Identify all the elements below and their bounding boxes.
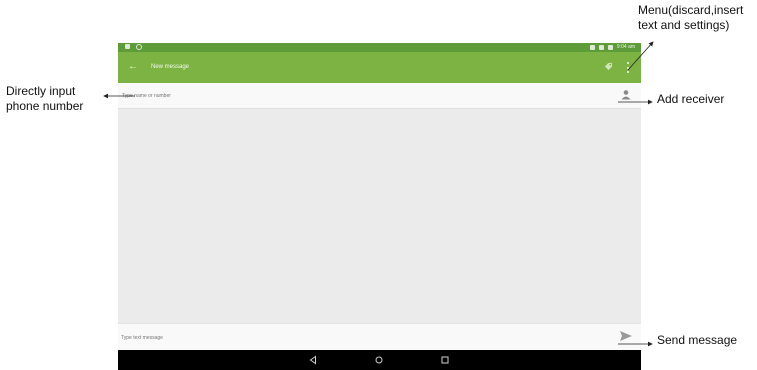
add-receiver-callout: Add receiver [657, 92, 725, 106]
nav-home-icon[interactable] [374, 355, 384, 365]
menu-callout-line2: text and settings) [638, 18, 730, 32]
overflow-menu-icon[interactable] [625, 62, 631, 73]
status-time: 9:04 am [616, 44, 635, 50]
sync-icon [136, 44, 142, 50]
direct-input-callout-line2: phone number [6, 99, 84, 113]
menu-callout-line1: Menu(discard,insert [638, 3, 744, 17]
back-arrow-icon[interactable]: ← [126, 60, 140, 74]
device-screen: 9:04 am ← New message [118, 43, 641, 370]
wifi-icon [598, 45, 604, 50]
app-toolbar: ← New message [118, 52, 641, 83]
add-contact-icon[interactable] [620, 89, 632, 100]
status-notifications [125, 44, 142, 50]
status-indicators: 9:04 am [589, 43, 635, 52]
nav-back-icon[interactable] [308, 355, 318, 365]
battery-icon [607, 45, 613, 50]
menu-callout: Menu(discard,insert text and settings) [638, 3, 743, 33]
notification-icon [125, 44, 130, 49]
status-bar: 9:04 am [118, 43, 641, 52]
recipient-input[interactable] [122, 90, 422, 101]
headset-icon [589, 45, 595, 50]
direct-input-callout: Directly input phone number [6, 84, 83, 114]
system-nav-bar [118, 350, 641, 370]
nav-recents-icon[interactable] [440, 355, 450, 365]
send-message-callout: Send message [657, 333, 738, 347]
attachment-tag-icon[interactable] [604, 62, 613, 71]
send-icon[interactable] [619, 330, 633, 342]
toolbar-title: New message [151, 64, 190, 70]
conversation-area [118, 109, 641, 323]
direct-input-callout-line1: Directly input [6, 84, 76, 98]
message-input[interactable] [121, 332, 421, 343]
compose-row [118, 323, 641, 351]
recipient-row [118, 83, 641, 109]
